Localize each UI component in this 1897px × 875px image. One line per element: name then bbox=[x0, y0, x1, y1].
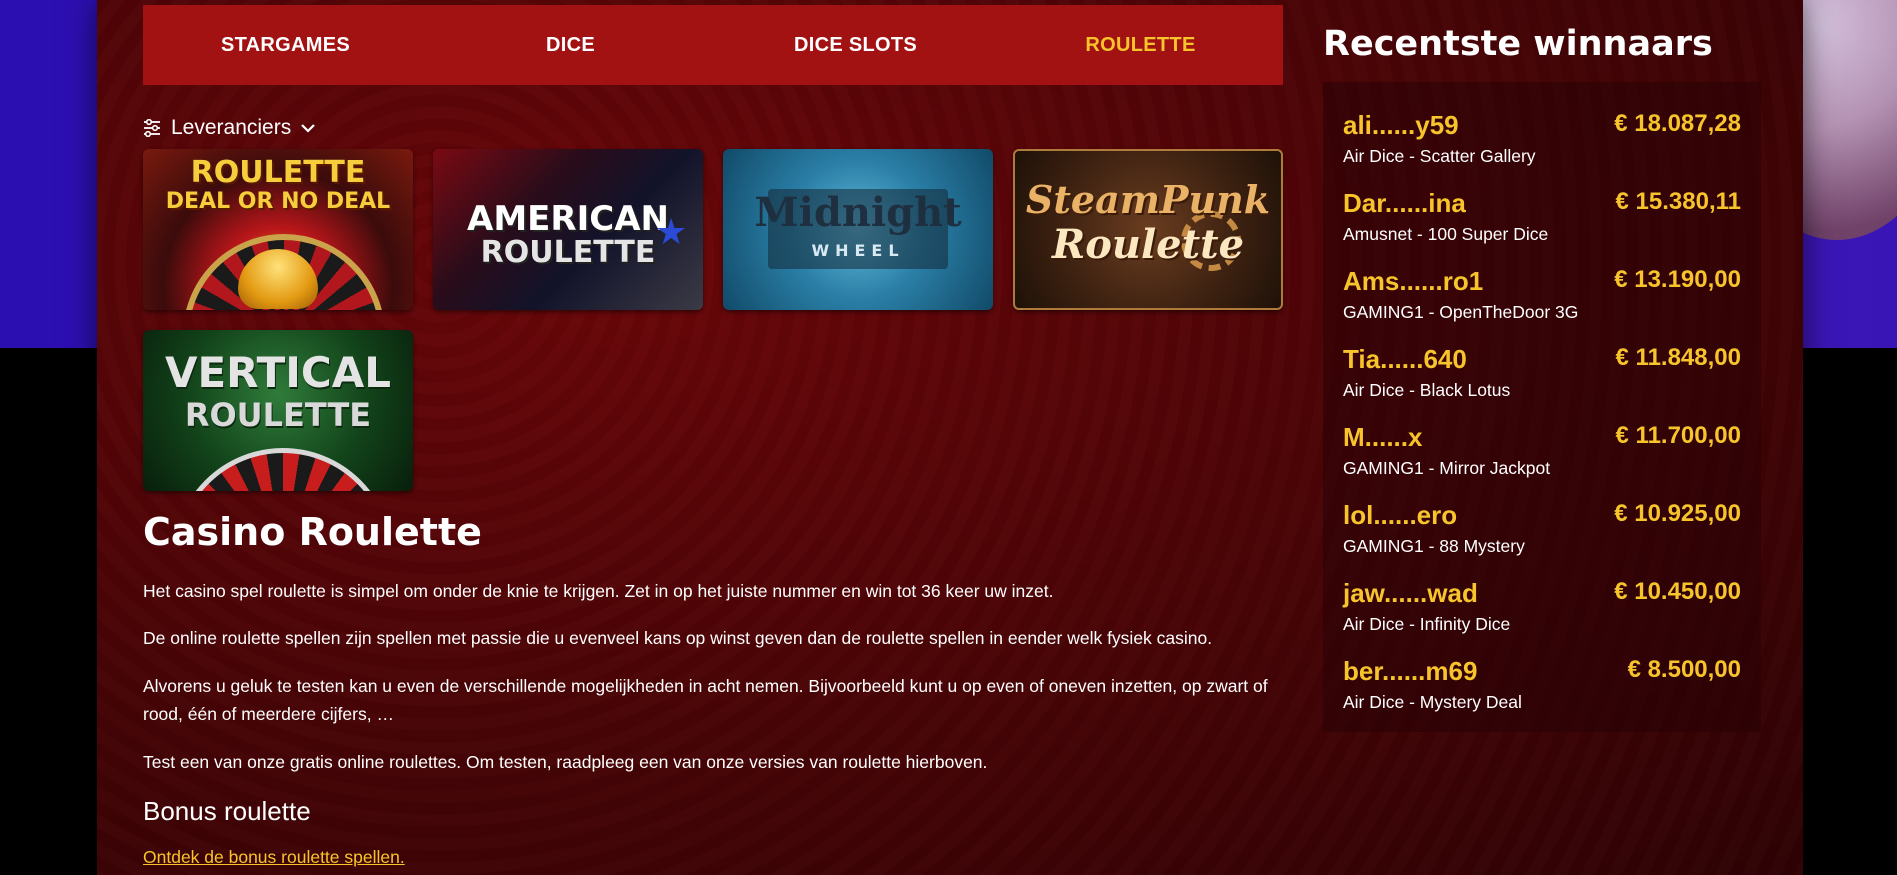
sliders-icon bbox=[143, 119, 161, 137]
winner-game: GAMING1 - 88 Mystery bbox=[1343, 536, 1525, 556]
game-tile-roulette-deal-or-no-deal[interactable]: ROULETTE DEAL OR NO DEAL bbox=[143, 149, 413, 310]
winner-amount: € 13.190,00 bbox=[1614, 266, 1741, 293]
bonus-heading: Bonus roulette bbox=[143, 796, 311, 826]
winner-amount: € 18.087,28 bbox=[1614, 110, 1741, 137]
winners-title: Recentste winnaars bbox=[1323, 24, 1713, 64]
roulette-wheel-image bbox=[173, 448, 393, 491]
game-tile-steampunk-roulette[interactable]: SteamPunk Roulette bbox=[1013, 149, 1283, 310]
winner-game: Air Dice - Mystery Deal bbox=[1343, 692, 1522, 712]
providers-filter[interactable]: Leveranciers bbox=[143, 114, 316, 142]
tab-stargames[interactable]: STARGAMES bbox=[143, 34, 428, 57]
winner-item[interactable]: ber......m69 € 8.500,00 Air Dice - Myste… bbox=[1343, 656, 1741, 716]
winner-name: M......x bbox=[1343, 422, 1423, 452]
chevron-down-icon bbox=[301, 123, 316, 133]
bonus-roulette-link[interactable]: Ontdek de bonus roulette spellen. bbox=[143, 847, 405, 868]
tab-dice-slots[interactable]: DICE SLOTS bbox=[713, 34, 998, 57]
winner-amount: € 11.848,00 bbox=[1615, 344, 1741, 371]
try-paragraph: Test een van onze gratis online roulette… bbox=[143, 752, 988, 772]
game-subtitle: ROULETTE bbox=[184, 396, 372, 434]
winner-item[interactable]: jaw......wad € 10.450,00 Air Dice - Infi… bbox=[1343, 578, 1741, 638]
options-paragraph: Alvorens u geluk te testen kan u even de… bbox=[143, 676, 1268, 724]
category-nav: STARGAMES DICE DICE SLOTS ROULETTE bbox=[143, 5, 1283, 85]
game-title: SteamPunk bbox=[1025, 177, 1271, 222]
winner-name: Dar......ina bbox=[1343, 188, 1466, 218]
winner-name: Tia......640 bbox=[1343, 344, 1467, 374]
tab-roulette[interactable]: ROULETTE bbox=[998, 34, 1283, 57]
winner-name: ber......m69 bbox=[1343, 656, 1478, 686]
winner-item[interactable]: ali......y59 € 18.087,28 Air Dice - Scat… bbox=[1343, 110, 1741, 170]
game-title: VERTICAL bbox=[164, 348, 392, 397]
winner-game: Amusnet - 100 Super Dice bbox=[1343, 224, 1549, 244]
game-title: ROULETTE bbox=[190, 155, 366, 190]
game-tile-american-roulette[interactable]: AMERICAN ROULETTE ★ bbox=[433, 149, 703, 310]
winner-name: jaw......wad bbox=[1343, 578, 1478, 608]
winner-name: Ams......ro1 bbox=[1343, 266, 1484, 296]
intro-paragraph: Het casino spel roulette is simpel om on… bbox=[143, 581, 1054, 601]
winner-amount: € 10.925,00 bbox=[1614, 500, 1741, 527]
star-icon: ★ bbox=[655, 211, 688, 252]
winners-list: ali......y59 € 18.087,28 Air Dice - Scat… bbox=[1323, 82, 1761, 732]
winner-item[interactable]: lol......ero € 10.925,00 GAMING1 - 88 My… bbox=[1343, 500, 1741, 560]
winner-item[interactable]: Tia......640 € 11.848,00 Air Dice - Blac… bbox=[1343, 344, 1741, 404]
game-subtitle: WHEEL bbox=[811, 241, 905, 260]
winner-amount: € 10.450,00 bbox=[1614, 578, 1741, 605]
winner-item[interactable]: M......x € 11.700,00 GAMING1 - Mirror Ja… bbox=[1343, 422, 1741, 482]
game-subtitle: Roulette bbox=[1051, 221, 1245, 268]
winner-game: GAMING1 - OpenTheDoor 3G bbox=[1343, 302, 1579, 322]
page-title: Casino Roulette bbox=[143, 510, 482, 554]
game-tile-midnight-wheel[interactable]: Midnight WHEEL bbox=[723, 149, 993, 310]
winner-name: lol......ero bbox=[1343, 500, 1458, 530]
game-subtitle: DEAL OR NO DEAL bbox=[165, 189, 391, 214]
game-tile-vertical-roulette[interactable]: VERTICAL ROULETTE bbox=[143, 330, 413, 491]
winner-game: GAMING1 - Mirror Jackpot bbox=[1343, 458, 1551, 478]
winner-amount: € 8.500,00 bbox=[1627, 656, 1741, 683]
winner-item[interactable]: Dar......ina € 15.380,11 Amusnet - 100 S… bbox=[1343, 188, 1741, 248]
winner-name: ali......y59 bbox=[1343, 110, 1459, 140]
winner-game: Air Dice - Scatter Gallery bbox=[1343, 146, 1536, 166]
winner-game: Air Dice - Black Lotus bbox=[1343, 380, 1511, 400]
winner-game: Air Dice - Infinity Dice bbox=[1343, 614, 1511, 634]
winner-amount: € 15.380,11 bbox=[1615, 188, 1741, 215]
providers-filter-label: Leveranciers bbox=[171, 116, 292, 139]
winner-item[interactable]: Ams......ro1 € 13.190,00 GAMING1 - OpenT… bbox=[1343, 266, 1741, 326]
game-title: Midnight bbox=[754, 189, 962, 236]
passion-paragraph: De online roulette spellen zijn spellen … bbox=[143, 628, 1213, 648]
tab-dice[interactable]: DICE bbox=[428, 34, 713, 57]
winner-amount: € 11.700,00 bbox=[1615, 422, 1741, 449]
